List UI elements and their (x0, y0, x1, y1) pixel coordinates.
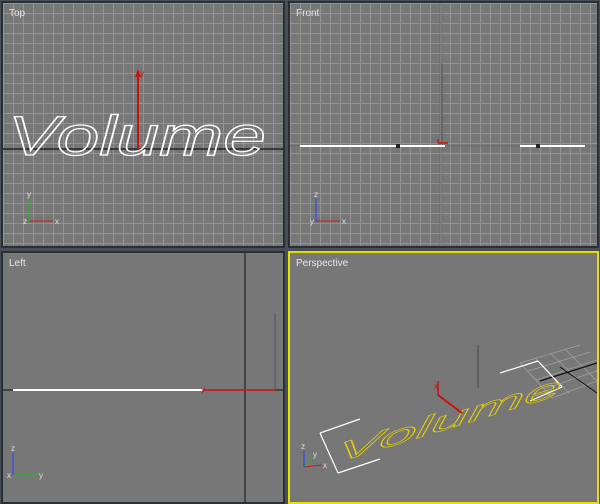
viewport-left[interactable]: Left y y z x (1, 251, 285, 504)
axis-x-label: x (342, 217, 346, 226)
viewport-front[interactable]: Front x z y (288, 1, 599, 248)
axis-y-label: y (27, 190, 31, 199)
viewport-perspective[interactable]: Perspective Volume x x y z (288, 251, 599, 504)
gizmo-y-label: y (201, 385, 205, 394)
axis-y-label: y (313, 450, 317, 459)
gizmo-x-label: x (434, 382, 438, 391)
volume-text-shape-selected[interactable]: Volume (335, 370, 565, 470)
axis-z-label: z (314, 190, 318, 199)
world-axis-y (303, 456, 313, 468)
selection-bracket (499, 360, 539, 374)
front-viewport-scene: x z y (290, 3, 597, 246)
axis-y-label: y (39, 471, 43, 480)
vertex-marker (396, 144, 400, 148)
perspective-viewport-scene: Volume x x y z (301, 344, 597, 474)
world-axis-x (303, 464, 323, 468)
axis-x-label: x (55, 217, 59, 226)
axis-y-label: y (310, 217, 314, 226)
left-viewport-scene: y y z x (3, 253, 283, 502)
axis-z-label: z (23, 217, 27, 226)
viewport-top[interactable]: Top Volume y x y z (1, 1, 285, 248)
top-viewport-scene: Volume y x y z (3, 69, 283, 226)
axis-z-label: z (11, 444, 15, 453)
gizmo-y-label: y (140, 69, 144, 78)
vertex-marker (536, 144, 540, 148)
axis-x-label: x (323, 461, 327, 470)
axis-z-label: z (301, 442, 305, 451)
selection-bracket (319, 418, 361, 434)
axis-x-label: x (7, 471, 11, 480)
